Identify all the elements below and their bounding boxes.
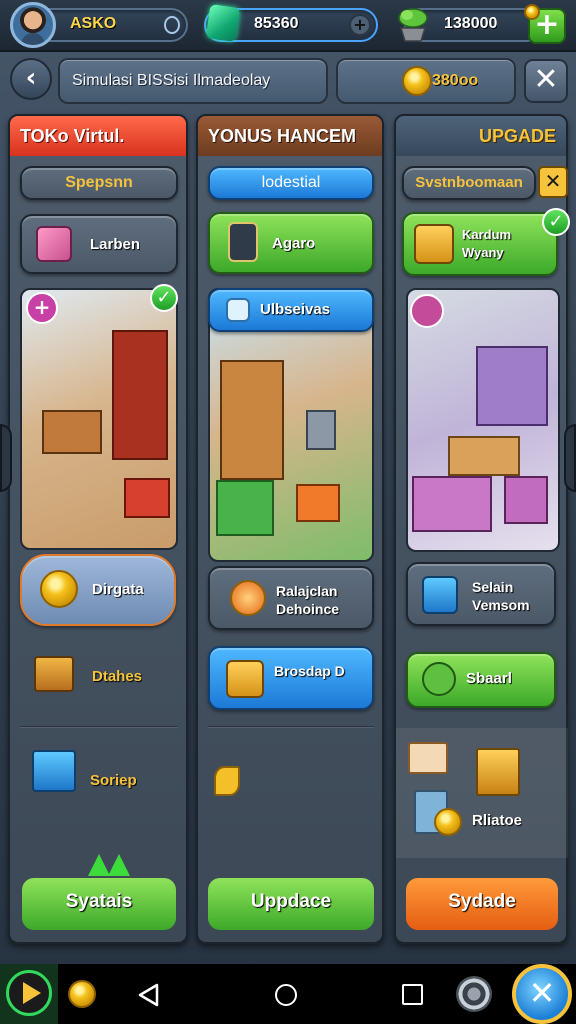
panel-subtitle: Spepsnn (20, 166, 178, 200)
crate-icon (34, 656, 74, 692)
arrow-up-icon (88, 854, 110, 876)
title-box: Simulasi BISSisi Ilmadeolay (58, 58, 328, 104)
blue-box-icon (32, 750, 76, 792)
panel-action-button[interactable]: Sydade (406, 878, 558, 930)
close-icon[interactable]: ✕ (538, 166, 568, 198)
item-label: Sbaarl (466, 670, 512, 687)
item-label: Dtahes (92, 668, 143, 685)
panel-title: YONUS HANCEM (198, 116, 382, 156)
item-label: Ralajclan Dehoince (276, 583, 340, 617)
close-button[interactable]: ✕ (524, 59, 568, 103)
coin-icon[interactable] (68, 980, 96, 1008)
item-label: Ulbseivas (260, 301, 331, 318)
plants-count: 138000 (444, 15, 498, 32)
picture-icon (408, 742, 448, 774)
upgrade-item-kardum[interactable]: Kardum Wyany (402, 212, 558, 276)
check-icon: ✓ (150, 284, 178, 312)
tag-icon[interactable] (410, 294, 444, 328)
coin-icon (434, 808, 462, 836)
bonus-item-agaro[interactable]: Agaro (208, 212, 374, 274)
crate-icon (414, 224, 454, 264)
recent-nav-icon[interactable] (402, 984, 423, 1005)
bolt-icon (214, 766, 240, 796)
play-icon (23, 982, 41, 1004)
page-title: Simulasi BISSisi Ilmadeolay (72, 72, 271, 89)
panel-action-button[interactable]: Syatais (22, 878, 176, 930)
counter-graphic (42, 410, 102, 454)
player-info-icon[interactable] (164, 16, 180, 34)
divider (20, 726, 178, 727)
box-icon (36, 226, 72, 262)
upgrade-item-selain[interactable]: Selain Vemsom (406, 562, 556, 626)
crate-icon (226, 660, 264, 698)
panel-action-button[interactable]: Uppdace (208, 878, 374, 930)
plant-icon (398, 8, 428, 42)
panel-subtitle: Svstnboomaan (402, 166, 536, 200)
top-bar: ASKO 85360 + 138000 + (0, 0, 576, 52)
scroll-right-handle[interactable] (564, 424, 576, 492)
bonus-item-ralajclan[interactable]: Ralajclan Dehoince (208, 566, 374, 630)
panel-subtitle: lodestial (208, 166, 374, 200)
settings-icon[interactable] (456, 976, 492, 1012)
add-gems-icon[interactable]: + (349, 14, 371, 36)
coin-icon (402, 66, 432, 96)
shelf-graphic (220, 360, 284, 480)
cart-graphic (124, 478, 170, 518)
tablet-icon (228, 222, 258, 262)
store-item-larben[interactable]: Larben (20, 214, 178, 274)
item-label: Kardum Wyany (462, 227, 512, 260)
gems-count: 85360 (254, 15, 299, 32)
cart-icon (226, 298, 250, 322)
item-label: Selain Vemsom (472, 579, 530, 613)
panel-virtual-store: TOKo Virtul. Spepsnn Larben ✓ + Dirgata … (8, 114, 188, 944)
shelf-graphic (112, 330, 168, 460)
panel-bonus: YONUS HANCEM lodestial Agaro Ulbseivas R… (196, 114, 384, 944)
refresh-icon (230, 580, 266, 616)
bonus-item-brosdap[interactable]: Brosdap D (208, 646, 374, 710)
blue-box-icon (422, 576, 458, 614)
shelf-graphic (476, 346, 548, 426)
add-icon[interactable]: + (26, 292, 58, 324)
panel-title: UPGADE (396, 116, 566, 156)
play-button[interactable] (6, 970, 52, 1016)
item-label: Dirgata (92, 581, 144, 598)
table-graphic (448, 436, 520, 476)
system-nav-bar: ✕ (0, 964, 576, 1024)
gem-icon (205, 4, 241, 42)
chest-icon (476, 748, 520, 796)
player-avatar[interactable] (10, 2, 56, 48)
home-nav-icon[interactable] (275, 984, 297, 1006)
player-name: ASKO (70, 15, 117, 32)
bonus-item-ulbseivas[interactable]: Ulbseivas (208, 288, 374, 332)
item-label: Agaro (272, 235, 316, 252)
sofa-graphic (412, 476, 492, 532)
store-item-dirgata[interactable]: Dirgata (20, 554, 176, 626)
item-label: Rliatoe (472, 812, 523, 829)
rewards-area: Rliatoe (396, 728, 568, 858)
store-scene-image (20, 288, 178, 550)
coins-count: 380oo (432, 72, 479, 89)
check-icon: ✓ (542, 208, 570, 236)
item-label: Soriep (90, 772, 137, 789)
atm-graphic (306, 410, 336, 450)
scroll-left-handle[interactable] (0, 424, 12, 492)
close-icon[interactable]: ✕ (512, 964, 572, 1024)
back-button[interactable]: ‹ (10, 58, 52, 100)
coin-badge-icon (524, 4, 540, 20)
leaf-icon (422, 662, 456, 696)
chair-graphic (504, 476, 548, 524)
panel-title: TOKo Virtul. (10, 116, 186, 156)
upgrade-item-sbaarl[interactable]: Sbaarl (406, 652, 556, 708)
register-graphic (216, 480, 274, 536)
arrow-up-icon (108, 854, 130, 876)
panel-upgrade: UPGADE Svstnboomaan ✕ Kardum Wyany ✓ Sel… (394, 114, 570, 944)
divider (208, 726, 374, 727)
back-nav-icon[interactable] (136, 982, 162, 1008)
basket-graphic (296, 484, 340, 522)
item-label: Larben (90, 236, 141, 253)
item-label: Brosdap D (274, 663, 345, 679)
coin-stack-icon (40, 570, 78, 608)
